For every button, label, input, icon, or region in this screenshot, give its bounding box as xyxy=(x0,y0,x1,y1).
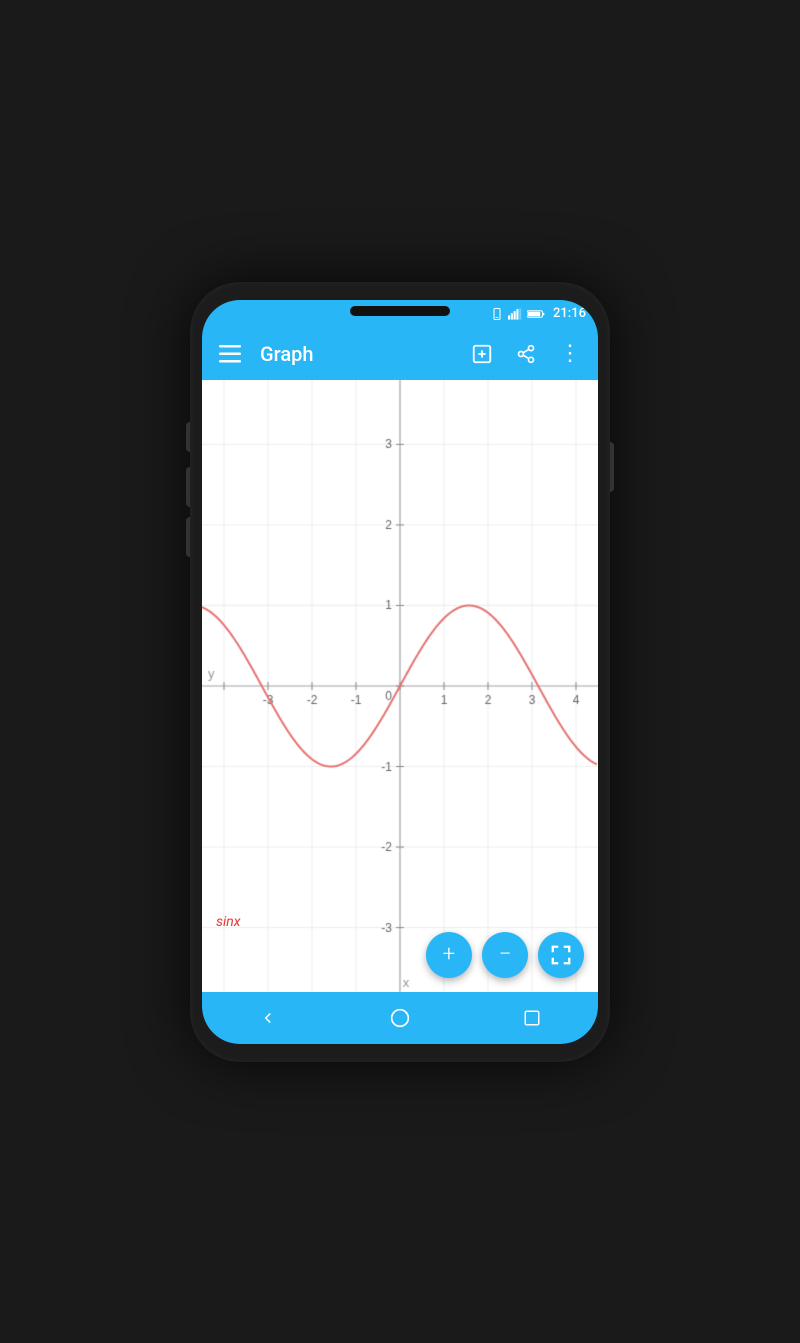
home-icon xyxy=(390,1008,410,1028)
graph-canvas xyxy=(202,380,598,992)
power-button xyxy=(610,442,614,492)
add-graph-icon xyxy=(471,343,493,365)
phone-icon xyxy=(491,308,503,320)
time-display: 21:16 xyxy=(553,306,586,321)
function-label: sinx xyxy=(216,914,241,930)
recents-button[interactable] xyxy=(507,998,557,1038)
home-button[interactable] xyxy=(375,998,425,1038)
more-options-button[interactable]: ⋮ xyxy=(556,340,584,368)
battery-icon xyxy=(527,308,545,320)
phone-notch xyxy=(350,306,450,316)
nav-bar xyxy=(202,992,598,1044)
back-icon xyxy=(259,1009,277,1027)
zoom-in-button[interactable]: + xyxy=(426,932,472,978)
hamburger-icon xyxy=(219,345,241,363)
back-button[interactable] xyxy=(243,998,293,1038)
volume-up-button xyxy=(186,422,190,452)
graph-area[interactable]: sinx + − xyxy=(202,380,598,992)
status-icons: 21:16 xyxy=(491,306,586,321)
fit-icon xyxy=(550,944,572,966)
signal-icon xyxy=(508,308,522,320)
add-graph-button[interactable] xyxy=(468,340,496,368)
silent-button xyxy=(186,517,190,557)
phone-screen: 21:16 Graph xyxy=(202,300,598,1044)
recents-icon xyxy=(523,1009,541,1027)
fab-container: + − xyxy=(426,932,584,978)
app-bar-actions: ⋮ xyxy=(468,340,584,368)
app-bar: Graph xyxy=(202,328,598,380)
zoom-out-button[interactable]: − xyxy=(482,932,528,978)
share-button[interactable] xyxy=(512,340,540,368)
fit-button[interactable] xyxy=(538,932,584,978)
volume-down-button xyxy=(186,467,190,507)
phone-device: 21:16 Graph xyxy=(190,282,610,1062)
menu-button[interactable] xyxy=(216,340,244,368)
share-icon xyxy=(516,343,536,365)
more-icon: ⋮ xyxy=(559,343,581,365)
app-title: Graph xyxy=(260,342,468,366)
